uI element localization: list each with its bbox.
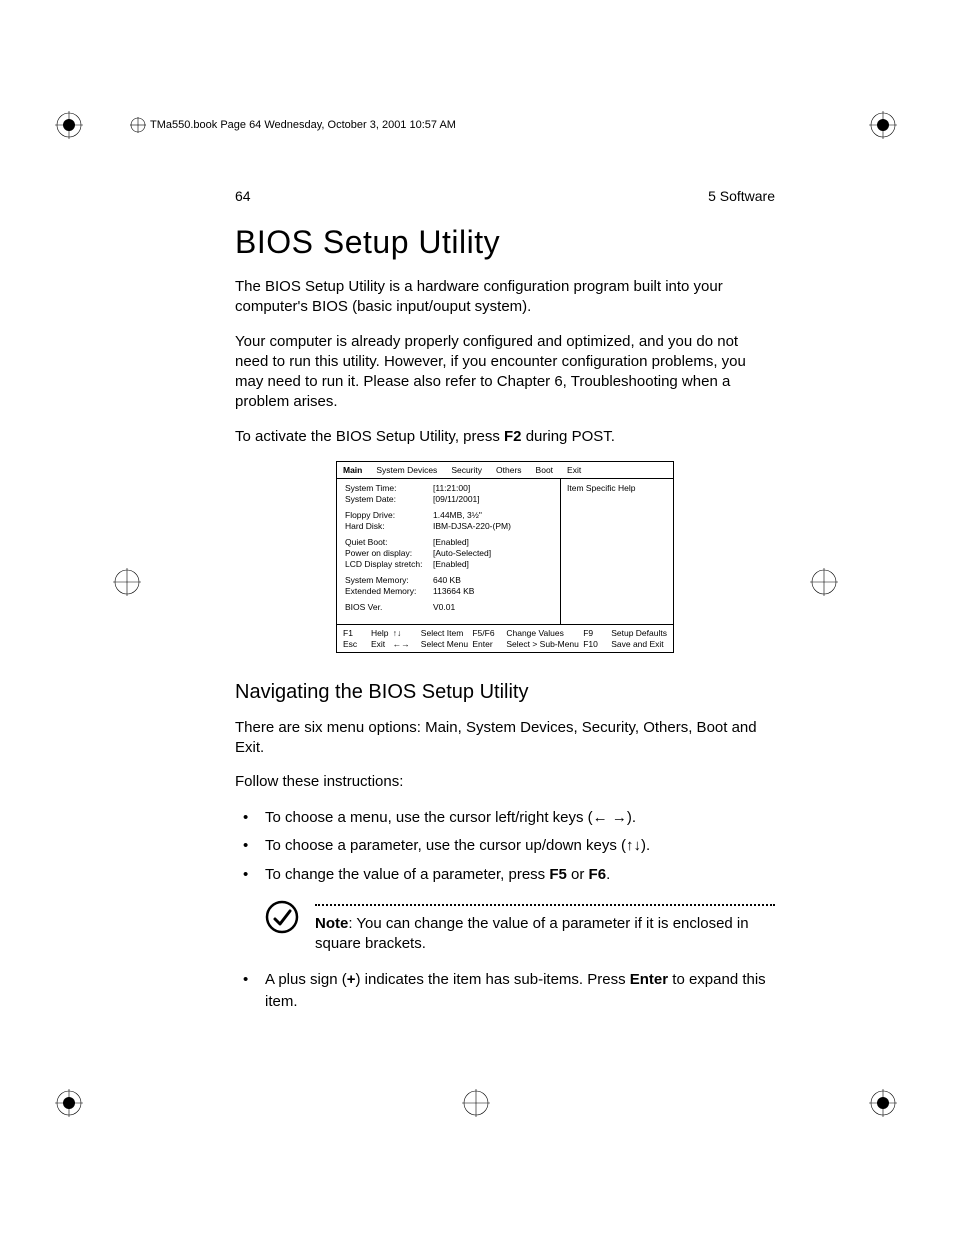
note-text: Note: You can change the value of a para…: [315, 914, 775, 955]
bios-menu-item: Exit: [567, 465, 581, 475]
list-item: To change the value of a parameter, pres…: [235, 864, 775, 887]
crop-mark-icon: [869, 111, 897, 139]
body-paragraph: There are six menu options: Main, System…: [235, 718, 775, 759]
crop-mark-icon: [810, 568, 838, 596]
dotted-separator: [315, 904, 775, 906]
bios-footer-bar: F1Help EscExit ↑↓Select Item ←→Select Me…: [337, 624, 673, 652]
crop-mark-icon: [55, 1089, 83, 1117]
list-item: To choose a parameter, use the cursor up…: [235, 835, 775, 858]
frame-header-text: TMa550.book Page 64 Wednesday, October 3…: [150, 119, 456, 131]
section-title: 5 Software: [708, 188, 775, 204]
list-item: To choose a menu, use the cursor left/ri…: [235, 807, 775, 830]
section-subtitle: Navigating the BIOS Setup Utility: [235, 681, 775, 704]
bios-figure: Main System Devices Security Others Boot…: [336, 461, 674, 653]
crop-mark-icon: [462, 1089, 490, 1117]
note-icon: [265, 900, 299, 934]
note-block: Note: You can change the value of a para…: [265, 900, 775, 955]
bios-menu-item: Others: [496, 465, 522, 475]
bios-menu-item: Main: [343, 465, 362, 475]
page-number: 64: [235, 188, 251, 204]
bullet-list: To choose a menu, use the cursor left/ri…: [235, 807, 775, 887]
body-paragraph: The BIOS Setup Utility is a hardware con…: [235, 277, 775, 318]
body-paragraph: Follow these instructions:: [235, 772, 775, 792]
bios-left-pane: System Time:[11:21:00] System Date:[09/1…: [337, 479, 561, 624]
bios-help-title: Item Specific Help: [567, 483, 667, 493]
bios-menu-item: Boot: [536, 465, 554, 475]
list-item: A plus sign (+) indicates the item has s…: [235, 969, 775, 1014]
body-paragraph: Your computer is already properly config…: [235, 332, 775, 413]
bios-menu-item: Security: [451, 465, 482, 475]
bios-menu-bar: Main System Devices Security Others Boot…: [337, 462, 673, 479]
body-paragraph: To activate the BIOS Setup Utility, pres…: [235, 427, 775, 447]
bios-help-pane: Item Specific Help: [561, 479, 673, 624]
crop-mark-icon: [869, 1089, 897, 1117]
bios-menu-item: System Devices: [376, 465, 437, 475]
crop-target-icon: [130, 117, 146, 133]
crop-mark-icon: [55, 111, 83, 139]
bullet-list: A plus sign (+) indicates the item has s…: [235, 969, 775, 1014]
frame-header-label: TMa550.book Page 64 Wednesday, October 3…: [130, 117, 870, 133]
crop-mark-icon: [113, 568, 141, 596]
page-title: BIOS Setup Utility: [235, 224, 775, 261]
